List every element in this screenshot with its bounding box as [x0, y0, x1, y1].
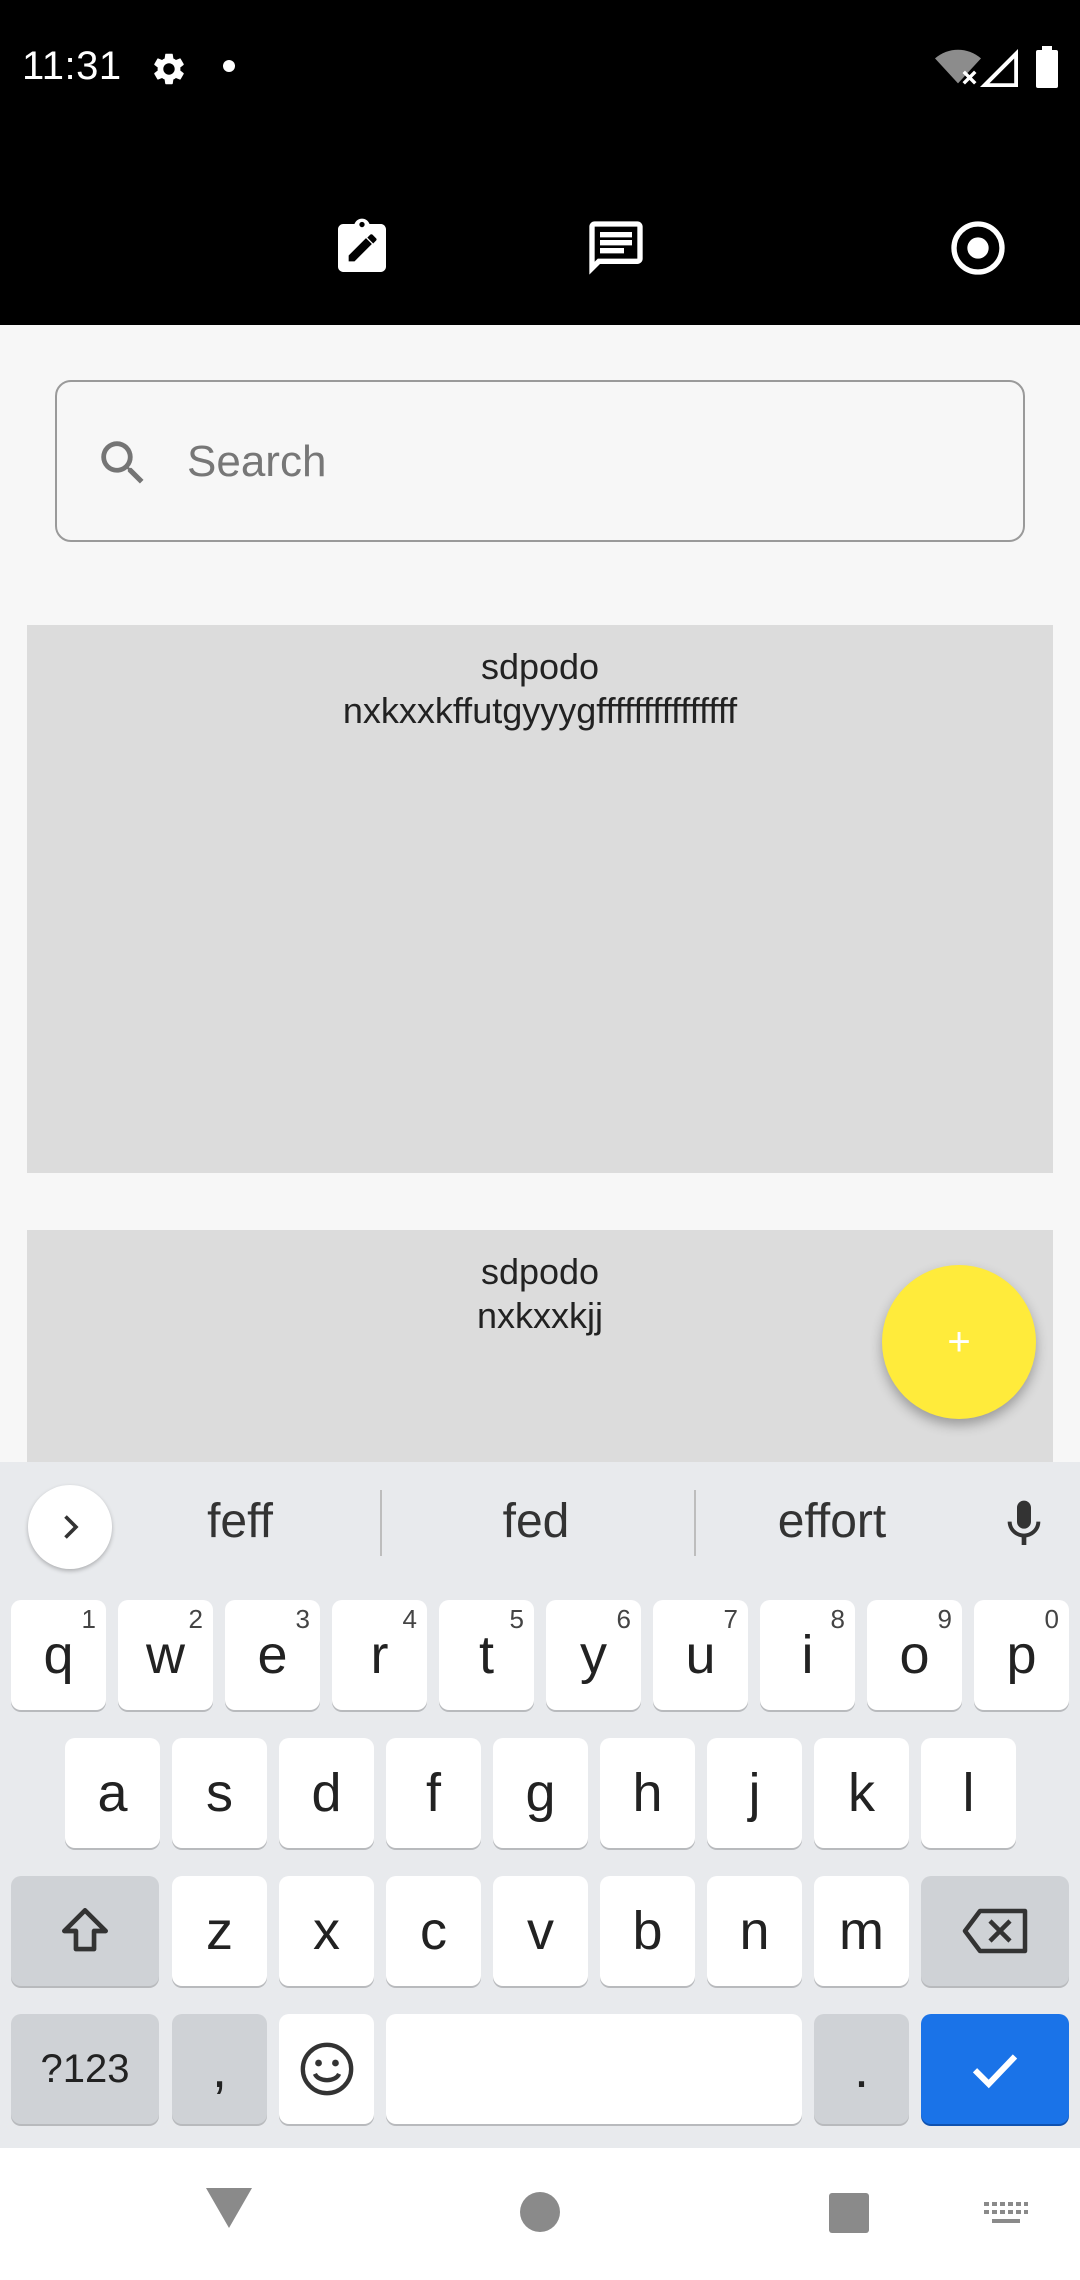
notes-list-icon[interactable]	[584, 216, 648, 280]
key-d[interactable]: d	[279, 1738, 374, 1848]
key-u[interactable]: u7	[653, 1600, 748, 1710]
key-v[interactable]: v	[493, 1876, 588, 1986]
microphone-icon[interactable]	[996, 1492, 1052, 1556]
space-key[interactable]	[386, 2014, 802, 2124]
soft-keyboard: feff fed effort q1 w2 e3 r4 t5 y6 u7 i8 …	[0, 1462, 1080, 2148]
key-label: t	[478, 1625, 494, 1685]
enter-key[interactable]	[921, 2014, 1069, 2124]
key-m[interactable]: m	[814, 1876, 909, 1986]
key-hint: 7	[723, 1604, 738, 1634]
key-p[interactable]: p0	[974, 1600, 1069, 1710]
expand-toolbar-button[interactable]	[28, 1485, 112, 1569]
chevron-right-icon	[64, 1515, 79, 1539]
recents-icon[interactable]	[828, 2192, 870, 2234]
key-a[interactable]: a	[65, 1738, 160, 1848]
key-g[interactable]: g	[493, 1738, 588, 1848]
home-icon[interactable]	[518, 2190, 562, 2234]
key-hint: 6	[616, 1604, 631, 1634]
key-label: y	[580, 1625, 607, 1685]
add-note-button[interactable]: +	[882, 1265, 1036, 1419]
key-hint: 5	[509, 1604, 524, 1634]
emoji-key[interactable]	[279, 2014, 374, 2124]
key-label: i	[801, 1625, 814, 1685]
key-w[interactable]: w2	[118, 1600, 213, 1710]
suggestion-bar: feff fed effort	[0, 1462, 1080, 1580]
backspace-key[interactable]	[921, 1876, 1069, 1986]
key-o[interactable]: o9	[867, 1600, 962, 1710]
key-hint: 9	[937, 1604, 952, 1634]
search-icon	[101, 441, 144, 484]
key-r[interactable]: r4	[332, 1600, 427, 1710]
key-label: p	[1006, 1625, 1037, 1685]
key-hint: 1	[81, 1604, 96, 1634]
key-t[interactable]: t5	[439, 1600, 534, 1710]
key-x[interactable]: x	[279, 1876, 374, 1986]
key-s[interactable]: s	[172, 1738, 267, 1848]
key-i[interactable]: i8	[760, 1600, 855, 1710]
emoji-icon	[300, 2042, 353, 2096]
suggestion-2[interactable]: fed	[400, 1487, 672, 1557]
key-h[interactable]: h	[600, 1738, 695, 1848]
signal-icon	[980, 49, 1018, 87]
shift-key[interactable]	[11, 1876, 159, 1986]
keyboard-switch-icon[interactable]	[984, 2202, 1028, 2228]
key-y[interactable]: y6	[546, 1600, 641, 1710]
key-label: e	[257, 1625, 288, 1685]
key-label: u	[685, 1625, 716, 1685]
key-n[interactable]: n	[707, 1876, 802, 1986]
navigation-bar	[0, 2148, 1080, 2280]
key-label: o	[899, 1625, 930, 1685]
back-icon[interactable]	[204, 2186, 254, 2230]
key-label: q	[43, 1625, 74, 1685]
key-c[interactable]: c	[386, 1876, 481, 1986]
key-hint: 8	[830, 1604, 845, 1634]
key-e[interactable]: e3	[225, 1600, 320, 1710]
backspace-icon	[962, 1908, 1028, 1954]
key-b[interactable]: b	[600, 1876, 695, 1986]
symbols-key[interactable]: ?123	[11, 2014, 159, 2124]
notification-dot-icon	[223, 60, 235, 72]
comma-key[interactable]: ,	[172, 2014, 267, 2124]
note-title: sdpodo	[480, 646, 600, 687]
key-f[interactable]: f	[386, 1738, 481, 1848]
search-field[interactable]	[55, 380, 1025, 542]
settings-gear-icon	[154, 53, 184, 85]
key-hint: 2	[188, 1604, 203, 1634]
shift-icon	[62, 1908, 108, 1952]
suggestion-1[interactable]: feff	[120, 1487, 360, 1557]
checkmark-icon	[972, 2054, 1018, 2089]
suggestion-3[interactable]: effort	[712, 1487, 952, 1557]
status-time: 11:31	[22, 44, 122, 88]
note-title: sdpodo	[480, 1251, 600, 1292]
key-hint: 4	[402, 1604, 417, 1634]
key-label: r	[370, 1625, 389, 1685]
key-hint: 0	[1044, 1604, 1059, 1634]
key-q[interactable]: q1	[11, 1600, 106, 1710]
edit-note-icon[interactable]	[330, 216, 394, 280]
search-input[interactable]	[187, 412, 987, 512]
note-body: nxkxxkffutgyyygfffffffffffffff	[342, 690, 738, 731]
suggestion-divider	[694, 1490, 696, 1556]
key-k[interactable]: k	[814, 1738, 909, 1848]
note-card[interactable]: sdpodo nxkxxkffutgyyygfffffffffffffff	[27, 625, 1053, 1173]
key-z[interactable]: z	[172, 1876, 267, 1986]
status-bar: 11:31	[0, 0, 1080, 140]
battery-icon	[1036, 46, 1058, 88]
app-toolbar	[0, 140, 1080, 325]
wifi-off-icon	[935, 49, 981, 85]
key-l[interactable]: l	[921, 1738, 1016, 1848]
key-hint: 3	[295, 1604, 310, 1634]
key-j[interactable]: j	[707, 1738, 802, 1848]
period-key[interactable]: .	[814, 2014, 909, 2124]
record-icon[interactable]	[946, 216, 1010, 280]
suggestion-divider	[380, 1490, 382, 1556]
key-label: w	[146, 1625, 185, 1685]
